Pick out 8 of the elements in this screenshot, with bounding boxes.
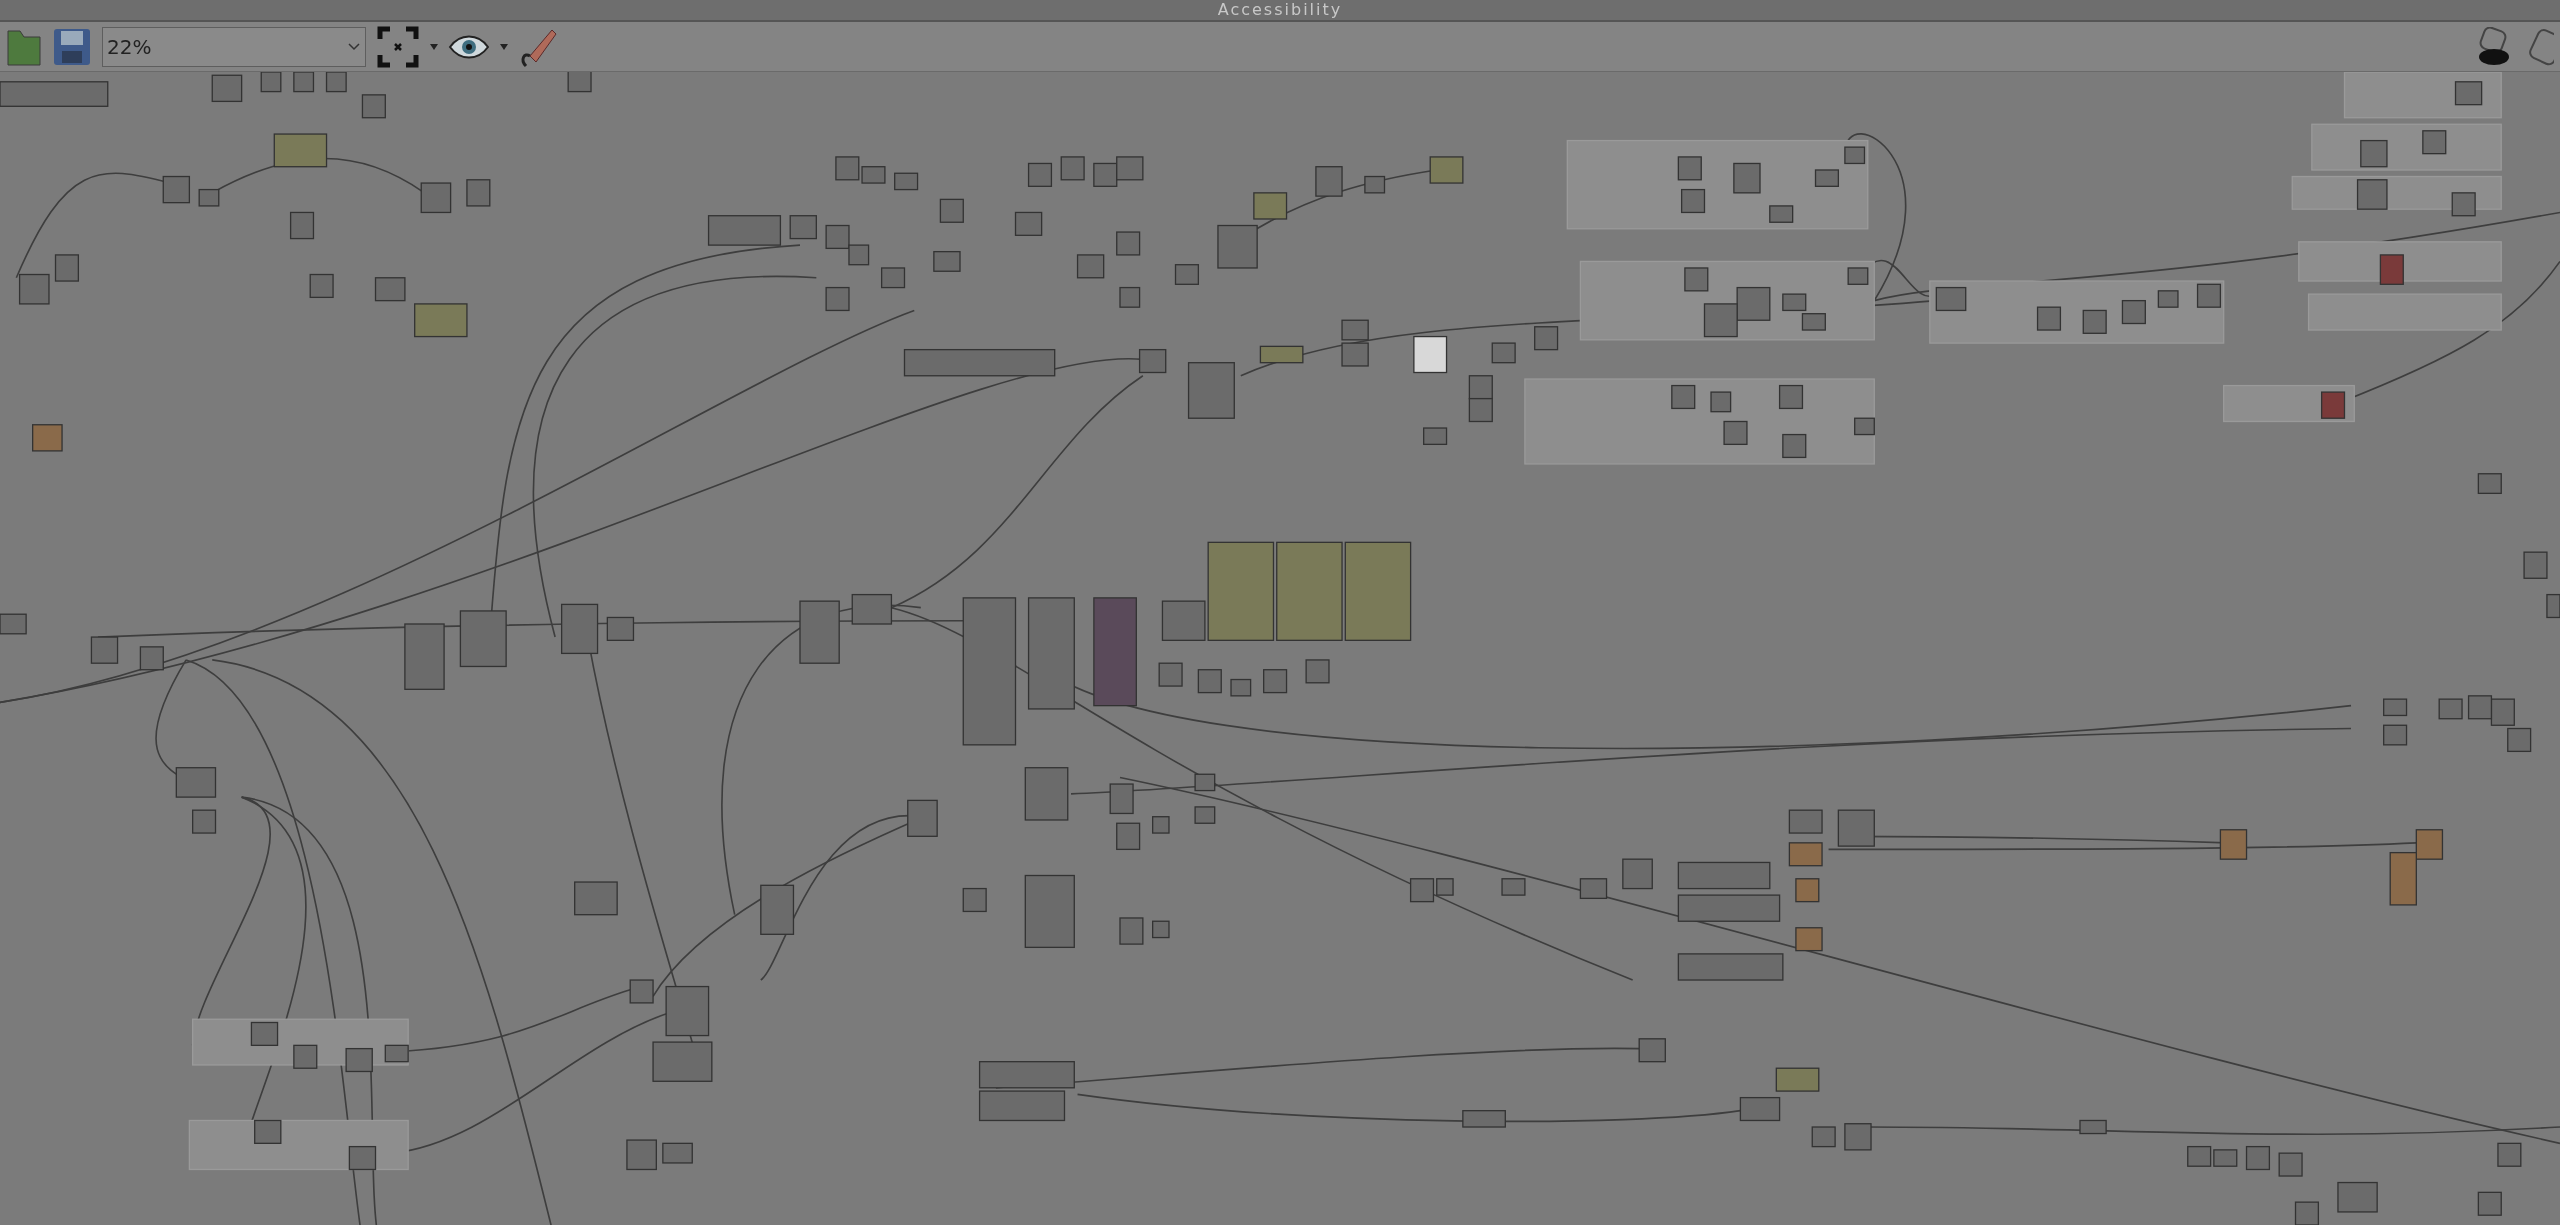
chevron-down-icon — [347, 41, 361, 52]
window-title: Accessibility — [1217, 1, 1343, 19]
caret-icon[interactable] — [430, 43, 438, 50]
caret-icon[interactable] — [500, 43, 508, 50]
zoom-dropdown[interactable]: 22% — [102, 26, 366, 67]
zoom-extents-icon[interactable] — [376, 24, 420, 69]
zoom-value: 22% — [107, 33, 152, 61]
save-icon[interactable] — [52, 26, 92, 67]
